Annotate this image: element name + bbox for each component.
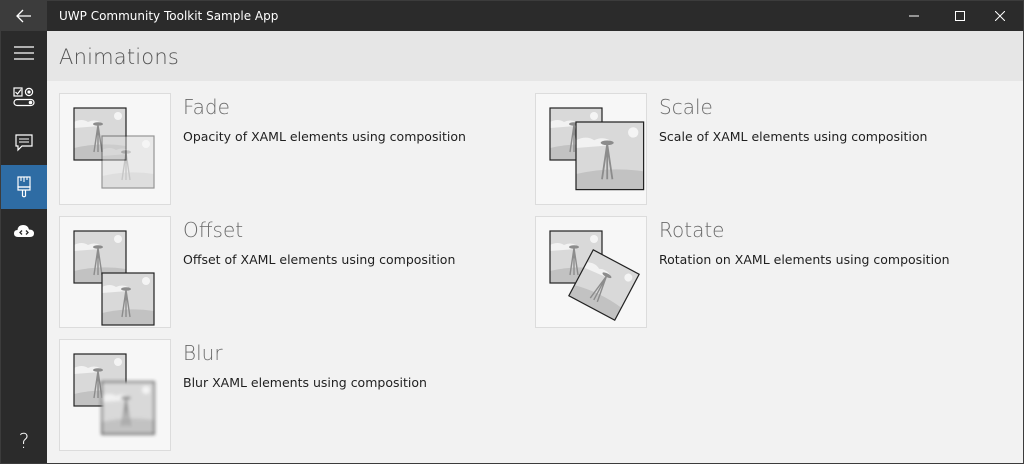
- sample-description: Offset of XAML elements using compositio…: [183, 252, 456, 267]
- nav-item-animations[interactable]: [1, 165, 47, 209]
- title-bar: UWP Community Toolkit Sample App: [1, 1, 1023, 31]
- brush-icon: [16, 176, 32, 198]
- hamburger-menu-button[interactable]: [1, 31, 47, 75]
- sample-card-blur[interactable]: Blur Blur XAML elements using compositio…: [47, 327, 487, 451]
- notifications-icon: [15, 134, 33, 152]
- help-icon: ?: [18, 429, 30, 453]
- controls-icon: [13, 87, 35, 107]
- page-title: Animations: [59, 45, 180, 69]
- samples-grid: Fade Opacity of XAML elements using comp…: [47, 81, 1023, 463]
- sample-description: Blur XAML elements using composition: [183, 375, 427, 390]
- sample-card-rotate[interactable]: Rotate Rotation on XAML elements using c…: [523, 204, 963, 328]
- app-window: UWP Community Toolkit Sample App ? Anima…: [0, 0, 1024, 464]
- sample-title: Offset: [183, 218, 244, 242]
- back-button[interactable]: [1, 1, 47, 31]
- minimize-icon: [909, 11, 919, 21]
- sample-card-offset[interactable]: Offset Offset of XAML elements using com…: [47, 204, 487, 328]
- rotate-thumbnail: [535, 216, 647, 328]
- offset-thumbnail: [59, 216, 171, 328]
- cloud-code-icon: [13, 223, 35, 239]
- arrow-left-icon: [16, 9, 32, 23]
- nav-item-notifications[interactable]: [1, 121, 47, 165]
- blur-thumbnail: [59, 339, 171, 451]
- close-button[interactable]: [977, 1, 1023, 31]
- sample-description: Rotation on XAML elements using composit…: [659, 252, 950, 267]
- hamburger-menu-icon: [14, 46, 34, 60]
- app-title: UWP Community Toolkit Sample App: [59, 9, 279, 23]
- nav-item-controls[interactable]: [1, 75, 47, 119]
- sample-description: Opacity of XAML elements using compositi…: [183, 129, 466, 144]
- sample-title: Blur: [183, 341, 223, 365]
- page-header: Animations: [47, 31, 1023, 81]
- sample-card-fade[interactable]: Fade Opacity of XAML elements using comp…: [47, 81, 487, 205]
- help-button[interactable]: ?: [1, 419, 47, 463]
- close-icon: [995, 11, 1005, 21]
- maximize-icon: [955, 11, 965, 21]
- scale-thumbnail: [535, 93, 647, 205]
- sample-card-scale[interactable]: Scale Scale of XAML elements using compo…: [523, 81, 963, 205]
- navigation-pane: ?: [1, 31, 47, 463]
- nav-item-services[interactable]: [1, 209, 47, 253]
- fade-thumbnail: [59, 93, 171, 205]
- sample-title: Scale: [659, 95, 713, 119]
- sample-title: Rotate: [659, 218, 725, 242]
- sample-description: Scale of XAML elements using composition: [659, 129, 928, 144]
- sample-title: Fade: [183, 95, 230, 119]
- minimize-button[interactable]: [891, 1, 937, 31]
